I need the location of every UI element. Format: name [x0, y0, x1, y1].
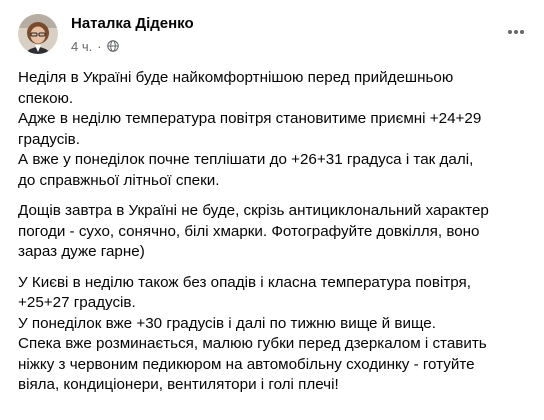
post-timestamp[interactable]: 4 ч.	[71, 39, 92, 54]
post-body: Неділя в Україні буде найкомфортнішою пе…	[18, 68, 518, 406]
globe-icon[interactable]	[106, 40, 119, 52]
meta-separator: ·	[97, 38, 102, 54]
more-horizontal-icon	[508, 30, 524, 34]
post-paragraph-2: Дощів завтра в Україні не буде, скрізь а…	[18, 202, 489, 260]
author-name[interactable]: Наталка Діденко	[71, 15, 194, 32]
post-paragraph-3: У Києві в неділю також без опадів і клас…	[18, 273, 487, 394]
post-meta: 4 ч. ·	[71, 38, 119, 54]
post-paragraph-1: Неділя в Україні буде найкомфортнішою пе…	[18, 69, 482, 189]
post-header: Наталка Діденко 4 ч. ·	[18, 10, 528, 58]
facebook-post: Наталка Діденко 4 ч. · Неділя в Україні …	[0, 0, 544, 420]
avatar-image	[18, 14, 58, 54]
post-options-button[interactable]	[504, 22, 528, 42]
author-avatar[interactable]	[18, 14, 58, 54]
